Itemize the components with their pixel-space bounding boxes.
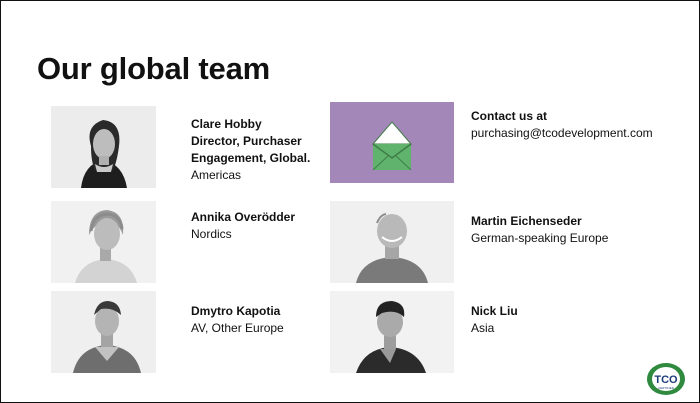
member-name: Annika Overödder	[191, 210, 296, 224]
tco-certified-logo: TCO CERTIFIED	[646, 362, 686, 396]
member-region: Nordics	[191, 227, 232, 241]
portrait-photo-dmytro-kapotia	[51, 291, 156, 373]
member-name: Clare Hobby	[191, 117, 262, 131]
portrait-photo-clare-hobby	[51, 106, 156, 188]
member-region: Americas	[191, 168, 242, 182]
logo-text: TCO	[654, 374, 678, 386]
portrait-photo-martin-eichenseder	[330, 201, 454, 283]
page-title: Our global team	[37, 51, 270, 86]
slide: Our global team Clare Hobby Director, Pu…	[0, 0, 700, 403]
member-name: Martin Eichenseder	[471, 214, 582, 228]
member-name: Dmytro Kapotia	[191, 304, 281, 318]
member-role: Director, Purchaser Engagement, Global.	[191, 134, 311, 165]
envelope-icon	[371, 121, 413, 171]
member-card-dmytro-kapotia: Dmytro Kapotia AV, Other Europe	[191, 303, 326, 337]
portrait-photo-nick-liu	[330, 291, 454, 373]
contact-envelope-tile	[330, 102, 454, 183]
contact-info: Contact us at purchasing@tcodevelopment.…	[471, 108, 691, 142]
contact-email[interactable]: purchasing@tcodevelopment.com	[471, 125, 691, 142]
contact-label: Contact us at	[471, 109, 548, 123]
logo-subtext: CERTIFIED	[658, 386, 675, 390]
member-region: German-speaking Europe	[471, 231, 609, 245]
member-name: Nick Liu	[471, 304, 518, 318]
member-card-martin-eichenseder: Martin Eichenseder German-speaking Europ…	[471, 213, 691, 247]
member-region: AV, Other Europe	[191, 321, 284, 335]
portrait-photo-annika-overodder	[51, 201, 156, 283]
member-card-annika-overodder: Annika Overödder Nordics	[191, 209, 326, 243]
member-card-nick-liu: Nick Liu Asia	[471, 303, 691, 337]
member-region: Asia	[471, 321, 495, 335]
member-card-clare-hobby: Clare Hobby Director, Purchaser Engageme…	[191, 116, 326, 184]
